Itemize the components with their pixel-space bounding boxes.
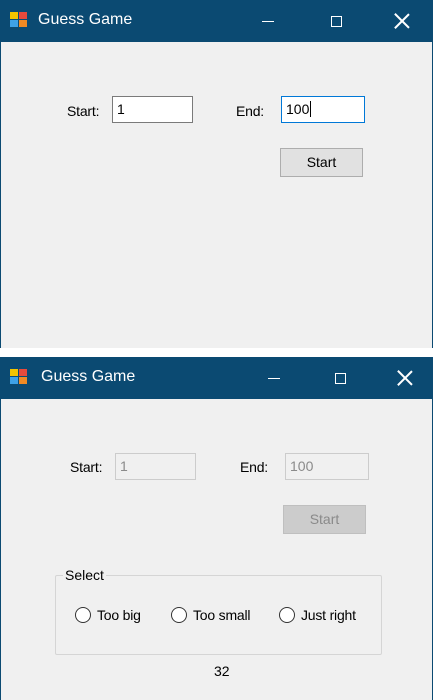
close-button[interactable]	[379, 0, 425, 42]
maximize-button[interactable]	[317, 357, 363, 399]
radio-too-small[interactable]: Too small	[171, 607, 251, 623]
select-groupbox: Select Too big Too small Just right	[55, 566, 382, 655]
end-input[interactable]: 100	[281, 96, 365, 123]
close-icon	[397, 370, 413, 386]
guess-result: 32	[214, 663, 230, 679]
start-label: Start:	[70, 459, 103, 475]
guess-game-window-playing: Guess Game Start: 1 End: 100 Start Selec…	[0, 357, 433, 700]
window-title: Guess Game	[38, 11, 133, 28]
radio-too-big-label[interactable]: Too big	[97, 607, 141, 623]
radio-button-icon[interactable]	[279, 607, 295, 623]
radio-too-big[interactable]: Too big	[75, 607, 141, 623]
end-input-value: 100	[290, 458, 314, 474]
close-button[interactable]	[382, 357, 428, 399]
window-title: Guess Game	[41, 368, 136, 385]
guess-game-window-initial: Guess Game Start: 1 End: 100 Start	[0, 0, 433, 348]
title-bar[interactable]: Guess Game	[1, 357, 432, 399]
minimize-icon	[262, 20, 274, 22]
text-caret	[310, 101, 312, 117]
start-button[interactable]: Start	[280, 148, 363, 177]
radio-just-right-label[interactable]: Just right	[301, 607, 356, 623]
radio-just-right[interactable]: Just right	[279, 607, 356, 623]
minimize-button[interactable]	[251, 357, 297, 399]
minimize-icon	[268, 377, 280, 379]
minimize-button[interactable]	[245, 0, 291, 42]
start-input-disabled: 1	[115, 453, 196, 480]
start-input-value: 1	[120, 458, 128, 474]
end-label: End:	[236, 103, 264, 119]
start-button-disabled: Start	[283, 505, 366, 534]
radio-button-icon[interactable]	[75, 607, 91, 623]
start-input[interactable]: 1	[112, 96, 193, 123]
end-label: End:	[240, 459, 268, 475]
start-input-value: 1	[117, 101, 125, 117]
maximize-button[interactable]	[313, 0, 359, 42]
radio-too-small-label[interactable]: Too small	[193, 607, 251, 623]
end-input-disabled: 100	[285, 453, 369, 480]
close-icon	[394, 13, 410, 29]
app-window-icon[interactable]	[10, 369, 28, 386]
start-label: Start:	[67, 103, 100, 119]
title-bar[interactable]: Guess Game	[1, 0, 432, 42]
app-window-icon[interactable]	[10, 12, 28, 29]
maximize-icon	[334, 372, 346, 384]
radio-button-icon[interactable]	[171, 607, 187, 623]
maximize-icon	[330, 15, 342, 27]
end-input-value: 100	[286, 101, 310, 117]
groupbox-title: Select	[63, 566, 106, 584]
